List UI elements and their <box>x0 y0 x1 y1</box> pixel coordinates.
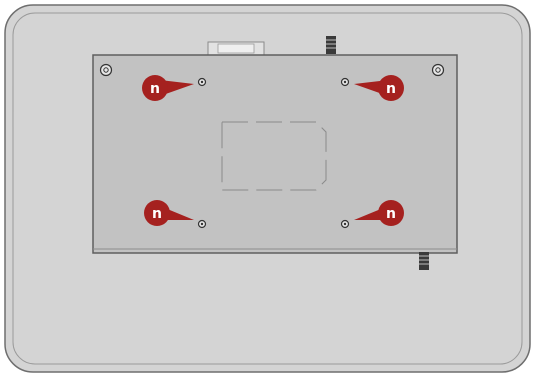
corner-screw-top-right <box>431 63 445 77</box>
vesa-hole-bottom-left <box>197 219 207 229</box>
callout-label: n <box>152 206 162 222</box>
vesa-hole-top-left <box>197 77 207 87</box>
vesa-hole-bottom-right <box>340 219 350 229</box>
vesa-hole-top-right <box>340 77 350 87</box>
top-connector-inner <box>217 43 255 54</box>
bottom-cable-clip <box>419 252 429 270</box>
top-cable-clip <box>326 36 336 54</box>
rear-panel-illustration: n n n n <box>4 4 531 373</box>
callout-label: n <box>386 81 396 97</box>
callout-label: n <box>150 81 160 97</box>
corner-screw-top-left <box>99 63 113 77</box>
figure: n n n n <box>0 0 535 377</box>
callout-label: n <box>386 206 396 222</box>
